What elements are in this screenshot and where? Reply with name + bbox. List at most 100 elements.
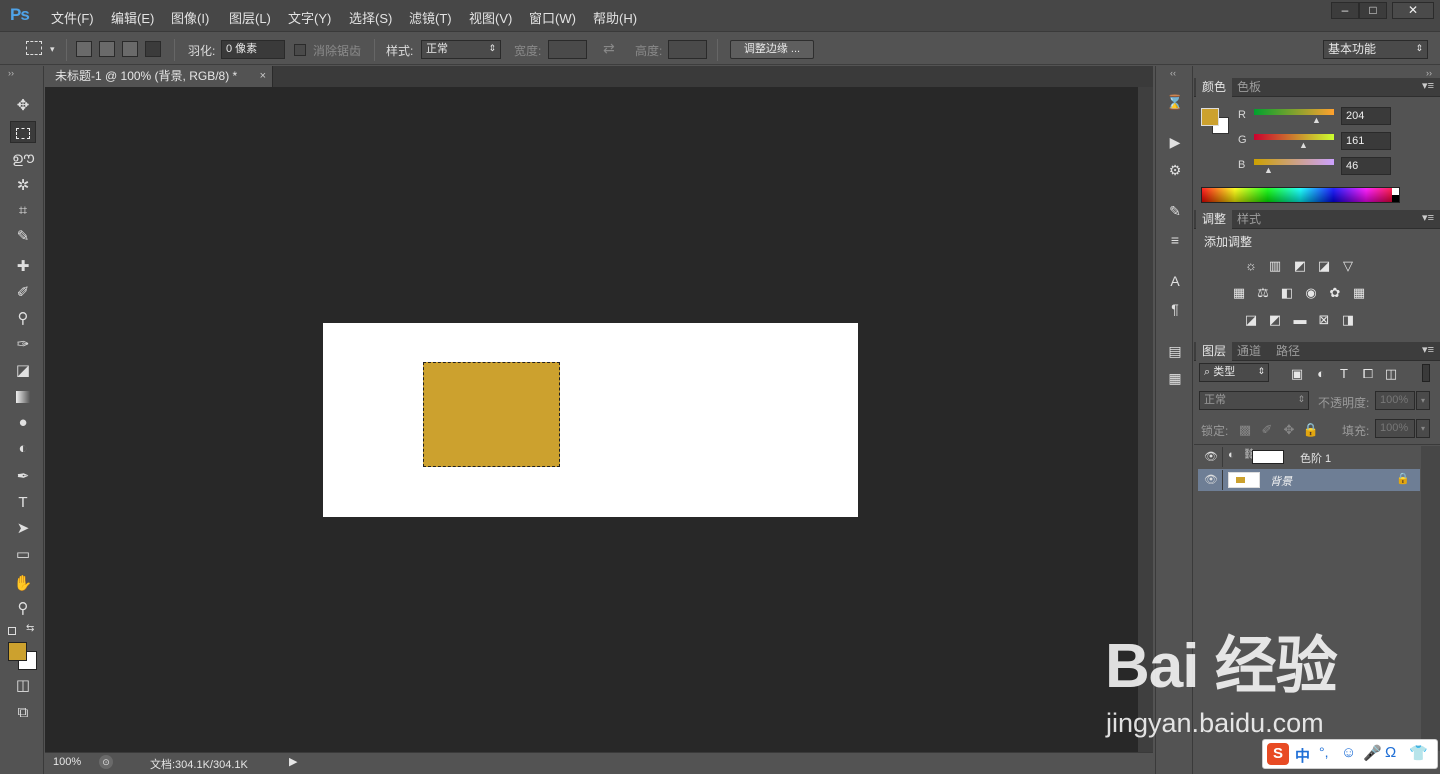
tab-styles[interactable]: 样式 <box>1231 210 1267 229</box>
channel-g-slider[interactable] <box>1254 134 1334 140</box>
channel-g-slider-thumb[interactable]: ▲ <box>1299 140 1308 150</box>
filter-shape-icon[interactable]: ⧠ <box>1359 366 1377 382</box>
tab-adjustments[interactable]: 调整 <box>1196 210 1233 229</box>
shape-tool-icon[interactable]: ▭ <box>10 544 36 566</box>
actions-panel-icon[interactable]: ▶ <box>1164 132 1186 152</box>
lock-image-icon[interactable]: ✐ <box>1258 422 1276 438</box>
lock-all-icon[interactable]: 🔒 <box>1302 422 1320 438</box>
collapse-panel-icon[interactable]: ›› <box>8 68 14 78</box>
vibrance-icon[interactable]: ▽ <box>1339 258 1357 274</box>
document-tab[interactable]: 未标题-1 @ 100% (背景, RGB/8) * × <box>45 66 273 87</box>
black-white-icon[interactable]: ◧ <box>1278 285 1296 301</box>
layer-comps-panel-icon[interactable]: ▤ <box>1164 341 1186 361</box>
channel-r-slider[interactable] <box>1254 109 1334 115</box>
channel-b-value[interactable]: 46 <box>1341 157 1391 175</box>
close-tab-icon[interactable]: × <box>260 66 266 86</box>
brush-panel-icon[interactable]: ✎ <box>1164 201 1186 221</box>
filter-type-icon[interactable]: T <box>1335 366 1353 382</box>
opacity-input[interactable]: 100% <box>1375 391 1415 410</box>
tab-paths[interactable]: 路径 <box>1270 342 1306 361</box>
collapse-panels-icon[interactable]: ›› <box>1426 68 1432 78</box>
filter-toggle[interactable] <box>1422 364 1430 382</box>
feather-input[interactable]: 0 像素 <box>221 40 285 59</box>
microphone-icon[interactable]: 🎤 <box>1363 744 1382 762</box>
notes-panel-icon[interactable]: ▦ <box>1164 368 1186 388</box>
add-to-selection-icon[interactable] <box>99 41 115 57</box>
filter-pixel-icon[interactable]: ▣ <box>1288 366 1306 382</box>
minimize-button[interactable]: – <box>1331 2 1359 19</box>
layer-mask-thumbnail[interactable] <box>1252 450 1284 464</box>
menu-filter[interactable]: 滤镜(T) <box>409 8 452 27</box>
gradient-tool-icon[interactable] <box>10 386 36 408</box>
rectangular-marquee-tool-icon[interactable] <box>10 121 36 143</box>
menu-window[interactable]: 窗口(W) <box>529 8 576 27</box>
selection-marquee[interactable] <box>423 362 560 467</box>
blur-tool-icon[interactable]: ● <box>10 412 36 434</box>
symbols-icon[interactable]: Ω <box>1385 744 1396 761</box>
intersect-selection-icon[interactable] <box>145 41 161 57</box>
levels-icon[interactable]: ▥ <box>1266 258 1284 274</box>
visibility-eye-icon[interactable]: 👁 <box>1204 450 1218 463</box>
layer-row-selected[interactable]: 👁 背景 🔒 <box>1198 469 1420 491</box>
filter-adjustment-icon[interactable]: ◐ <box>1312 366 1330 382</box>
paragraph-panel-icon[interactable]: ¶ <box>1164 299 1186 319</box>
maximize-button[interactable]: □ <box>1359 2 1387 19</box>
lasso-tool-icon[interactable]: ഊ <box>10 148 36 170</box>
type-tool-icon[interactable]: T <box>10 492 36 514</box>
punctuation-icon[interactable]: °, <box>1319 744 1329 760</box>
dodge-tool-icon[interactable]: ◐ <box>10 438 36 460</box>
layer-name[interactable]: 色阶 1 <box>1300 450 1331 466</box>
document-canvas[interactable] <box>323 323 858 517</box>
lock-position-icon[interactable]: ✥ <box>1280 422 1298 438</box>
visibility-eye-icon[interactable]: 👁 <box>1204 473 1218 486</box>
menu-help[interactable]: 帮助(H) <box>593 8 637 27</box>
menu-layer[interactable]: 图层(L) <box>229 8 271 27</box>
close-button[interactable]: ✕ <box>1392 2 1434 19</box>
photo-filter-icon[interactable]: ◉ <box>1302 285 1320 301</box>
height-input[interactable] <box>668 40 707 59</box>
status-menu-arrow-icon[interactable]: ▶ <box>289 755 297 768</box>
brush-tool-icon[interactable]: ✐ <box>10 282 36 304</box>
crop-tool-icon[interactable]: ⌗ <box>10 200 36 222</box>
properties-panel-icon[interactable]: ⚙ <box>1164 160 1186 180</box>
channel-r-slider-thumb[interactable]: ▲ <box>1312 115 1321 125</box>
selective-color-icon[interactable]: ⊠ <box>1315 312 1333 328</box>
style-select[interactable]: 正常 ⇕ <box>421 40 501 59</box>
swap-dimensions-icon[interactable]: ⇄ <box>603 40 615 57</box>
history-panel-icon[interactable]: ⌛ <box>1164 92 1186 112</box>
pen-tool-icon[interactable]: ✒ <box>10 466 36 488</box>
tab-swatches[interactable]: 色板 <box>1231 78 1267 97</box>
tab-color[interactable]: 颜色 <box>1196 78 1233 97</box>
spectrum-black-swatch[interactable] <box>1392 195 1399 202</box>
curves-icon[interactable]: ◩ <box>1291 258 1309 274</box>
new-selection-icon[interactable] <box>76 41 92 57</box>
panel-menu-icon[interactable]: ▾≡ <box>1422 211 1434 224</box>
quick-mask-icon[interactable]: ◫ <box>10 675 36 697</box>
invert-icon[interactable]: ◪ <box>1242 312 1260 328</box>
antialias-checkbox[interactable] <box>294 44 306 56</box>
tab-layers[interactable]: 图层 <box>1196 342 1233 361</box>
menu-file[interactable]: 文件(F) <box>51 8 94 27</box>
layers-scrollbar[interactable] <box>1421 446 1440 751</box>
posterize-icon[interactable]: ◩ <box>1266 312 1284 328</box>
workspace-select[interactable]: 基本功能 ⇕ <box>1323 40 1428 59</box>
path-selection-tool-icon[interactable]: ➤ <box>10 518 36 540</box>
foreground-color-swatch[interactable] <box>8 642 27 661</box>
layer-thumbnail[interactable] <box>1228 472 1260 488</box>
brush-presets-panel-icon[interactable]: ≡ <box>1164 230 1186 250</box>
clone-stamp-tool-icon[interactable]: ⚲ <box>10 308 36 330</box>
history-brush-tool-icon[interactable]: ✑ <box>10 334 36 356</box>
menu-image[interactable]: 图像(I) <box>171 8 209 27</box>
menu-type[interactable]: 文字(Y) <box>288 8 331 27</box>
channel-g-value[interactable]: 161 <box>1341 132 1391 150</box>
chevron-down-icon[interactable]: ▾ <box>50 44 55 55</box>
color-balance-icon[interactable]: ⚖ <box>1254 285 1272 301</box>
blend-mode-select[interactable]: 正常 ⇕ <box>1199 391 1309 410</box>
color-spectrum-ramp[interactable] <box>1201 187 1400 203</box>
swap-colors-icon[interactable]: ⇆ <box>26 623 34 634</box>
layer-row[interactable]: 👁 ◐ ⛓ 色阶 1 <box>1198 446 1420 468</box>
panel-menu-icon[interactable]: ▾≡ <box>1422 79 1434 92</box>
sogou-ime-icon[interactable]: S <box>1267 743 1289 765</box>
lock-transparent-icon[interactable]: ▩ <box>1236 422 1254 438</box>
emoji-icon[interactable]: ☺ <box>1341 744 1356 761</box>
